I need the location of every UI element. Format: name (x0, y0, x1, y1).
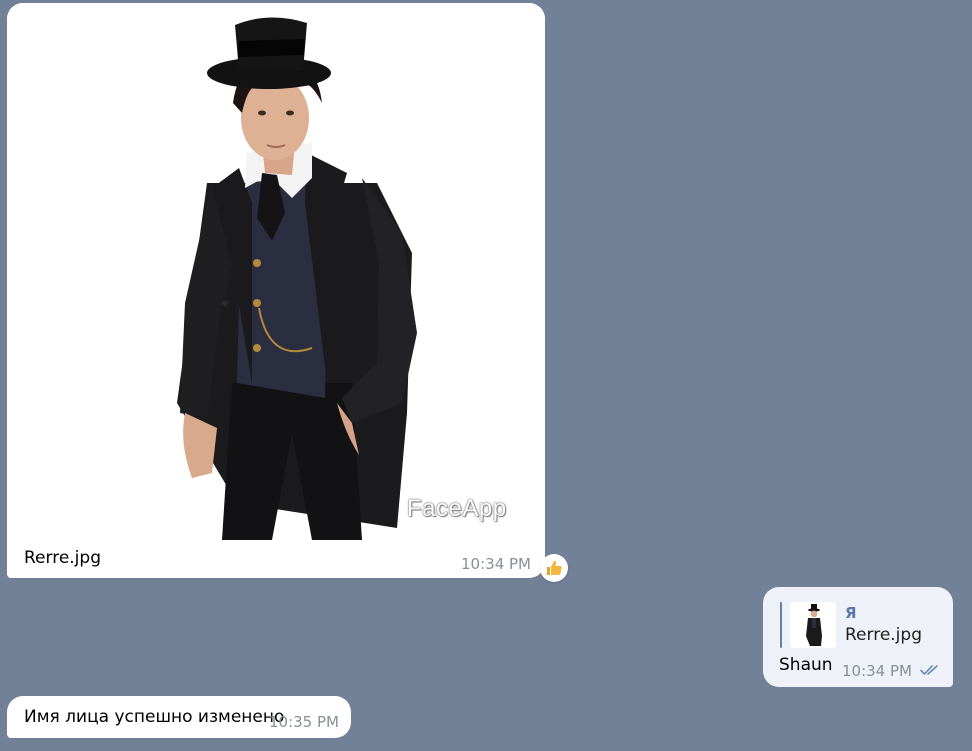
message-text: Shaun (779, 655, 833, 675)
reply-thumbnail[interactable] (790, 602, 836, 648)
message-timestamp: 10:34 PM (461, 555, 531, 573)
reply-filename: Rerre.jpg (845, 625, 922, 645)
reply-quote-bar (780, 602, 782, 648)
message-timestamp: 10:34 PM (842, 662, 912, 680)
faceapp-watermark: FaceApp (407, 495, 507, 522)
thumbs-up-icon (547, 560, 562, 575)
reaction-thumbs-up-button[interactable] (540, 554, 568, 582)
reply-thumbnail-image (790, 602, 836, 648)
reply-author: Я (845, 604, 857, 622)
double-check-read-icon (920, 665, 938, 675)
photo-message-bubble[interactable]: FaceApp Rerre.jpg 10:34 PM (7, 3, 545, 578)
message-text: Имя лица успешно изменено (24, 707, 285, 727)
message-timestamp: 10:35 PM (269, 713, 339, 731)
message-photo[interactable]: FaceApp (7, 3, 545, 540)
outgoing-message-bubble[interactable]: Я Rerre.jpg Shaun 10:34 PM (763, 587, 953, 687)
photo-caption: Rerre.jpg (24, 548, 101, 568)
person-photo-image (177, 17, 417, 540)
incoming-message-bubble[interactable]: Имя лица успешно изменено 10:35 PM (7, 696, 351, 738)
